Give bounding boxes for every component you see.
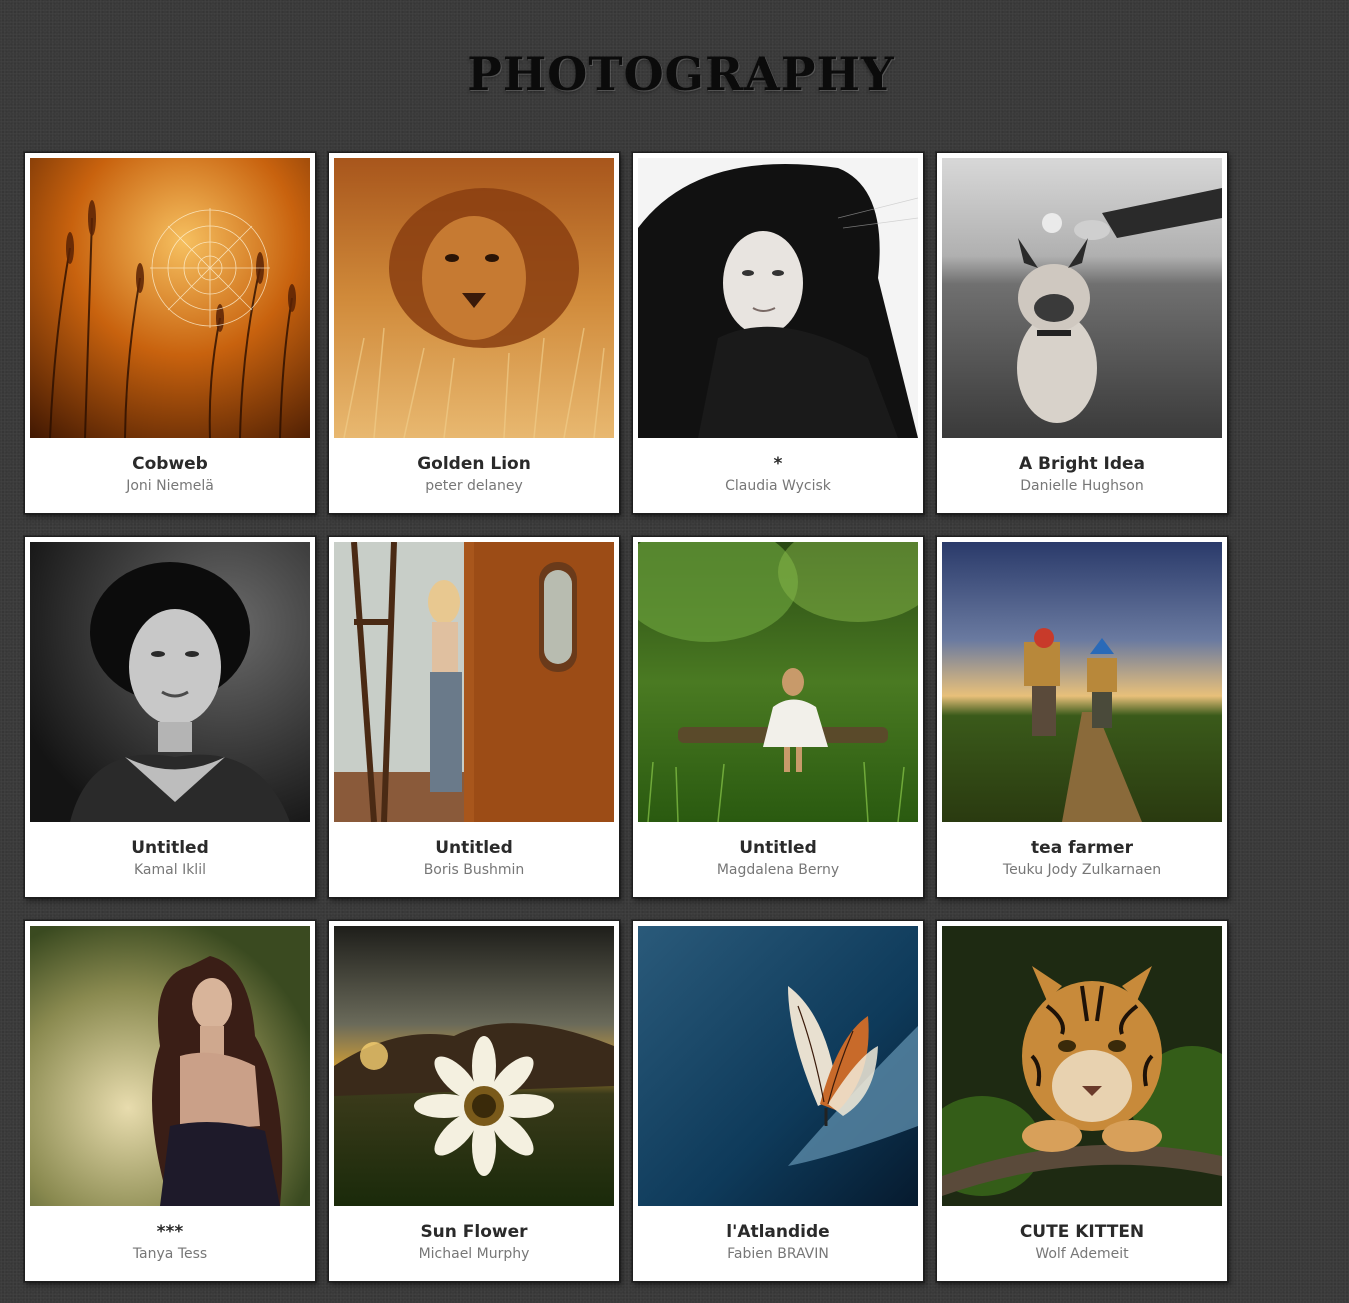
photo-author: Kamal Iklil xyxy=(134,862,206,878)
photo-card[interactable]: tea farmer Teuku Jody Zulkarnaen xyxy=(936,536,1228,898)
photo-card[interactable]: * Claudia Wycisk xyxy=(632,152,924,514)
photo-gallery: Cobweb Joni Niemelä Golden Lion peter de… xyxy=(24,152,1234,1282)
photo-card[interactable]: Untitled Boris Bushmin xyxy=(328,536,620,898)
photo-title[interactable]: Cobweb xyxy=(30,455,310,473)
photo-author: Boris Bushmin xyxy=(423,862,525,878)
lion-photo-image[interactable] xyxy=(334,158,614,438)
photo-card[interactable]: Cobweb Joni Niemelä xyxy=(24,152,316,514)
photo-author: Danielle Hughson xyxy=(1020,478,1144,494)
photo-card[interactable]: A Bright Idea Danielle Hughson xyxy=(936,152,1228,514)
page-title: PHOTOGRAPHY xyxy=(467,47,895,101)
portrait-photo-image[interactable] xyxy=(638,158,918,438)
meadow-photo-image[interactable] xyxy=(638,542,918,822)
photo-author: Wolf Ademeit xyxy=(1035,1246,1129,1262)
photo-title[interactable]: * xyxy=(638,455,918,473)
photo-author: Claudia Wycisk xyxy=(725,478,831,494)
flower-photo-image[interactable] xyxy=(334,926,614,1206)
photo-title[interactable]: *** xyxy=(30,1223,310,1241)
photo-title[interactable]: tea farmer xyxy=(942,839,1222,857)
photo-author: Michael Murphy xyxy=(418,1246,530,1262)
photo-card[interactable]: *** Tanya Tess xyxy=(24,920,316,1282)
photo-card[interactable]: Golden Lion peter delaney xyxy=(328,152,620,514)
photo-title[interactable]: Untitled xyxy=(30,839,310,857)
photo-title[interactable]: Untitled xyxy=(638,839,918,857)
portrait-photo-image[interactable] xyxy=(30,542,310,822)
photo-card[interactable]: Sun Flower Michael Murphy xyxy=(328,920,620,1282)
photo-title[interactable]: CUTE KITTEN xyxy=(942,1223,1222,1241)
photo-author: Fabien BRAVIN xyxy=(727,1246,829,1262)
photo-card[interactable]: Untitled Magdalena Berny xyxy=(632,536,924,898)
photo-title[interactable]: Sun Flower xyxy=(334,1223,614,1241)
portrait-photo-image[interactable] xyxy=(30,926,310,1206)
butterfly-photo-image[interactable] xyxy=(638,926,918,1206)
photo-card[interactable]: l'Atlandide Fabien BRAVIN xyxy=(632,920,924,1282)
tiger-photo-image[interactable] xyxy=(942,926,1222,1206)
photo-author: peter delaney xyxy=(425,478,523,494)
photo-title[interactable]: A Bright Idea xyxy=(942,455,1222,473)
photo-card[interactable]: CUTE KITTEN Wolf Ademeit xyxy=(936,920,1228,1282)
photo-title[interactable]: Golden Lion xyxy=(334,455,614,473)
cobweb-photo-image[interactable] xyxy=(30,158,310,438)
bulldog-photo-image[interactable] xyxy=(942,158,1222,438)
photo-author: Magdalena Berny xyxy=(716,862,840,878)
photo-author: Tanya Tess xyxy=(132,1246,208,1262)
farmer-photo-image[interactable] xyxy=(942,542,1222,822)
photo-card[interactable]: Untitled Kamal Iklil xyxy=(24,536,316,898)
photo-title[interactable]: l'Atlandide xyxy=(638,1223,918,1241)
photo-author: Joni Niemelä xyxy=(126,478,214,494)
photo-author: Teuku Jody Zulkarnaen xyxy=(1002,862,1162,878)
photo-title[interactable]: Untitled xyxy=(334,839,614,857)
rusty-train-photo-image[interactable] xyxy=(334,542,614,822)
